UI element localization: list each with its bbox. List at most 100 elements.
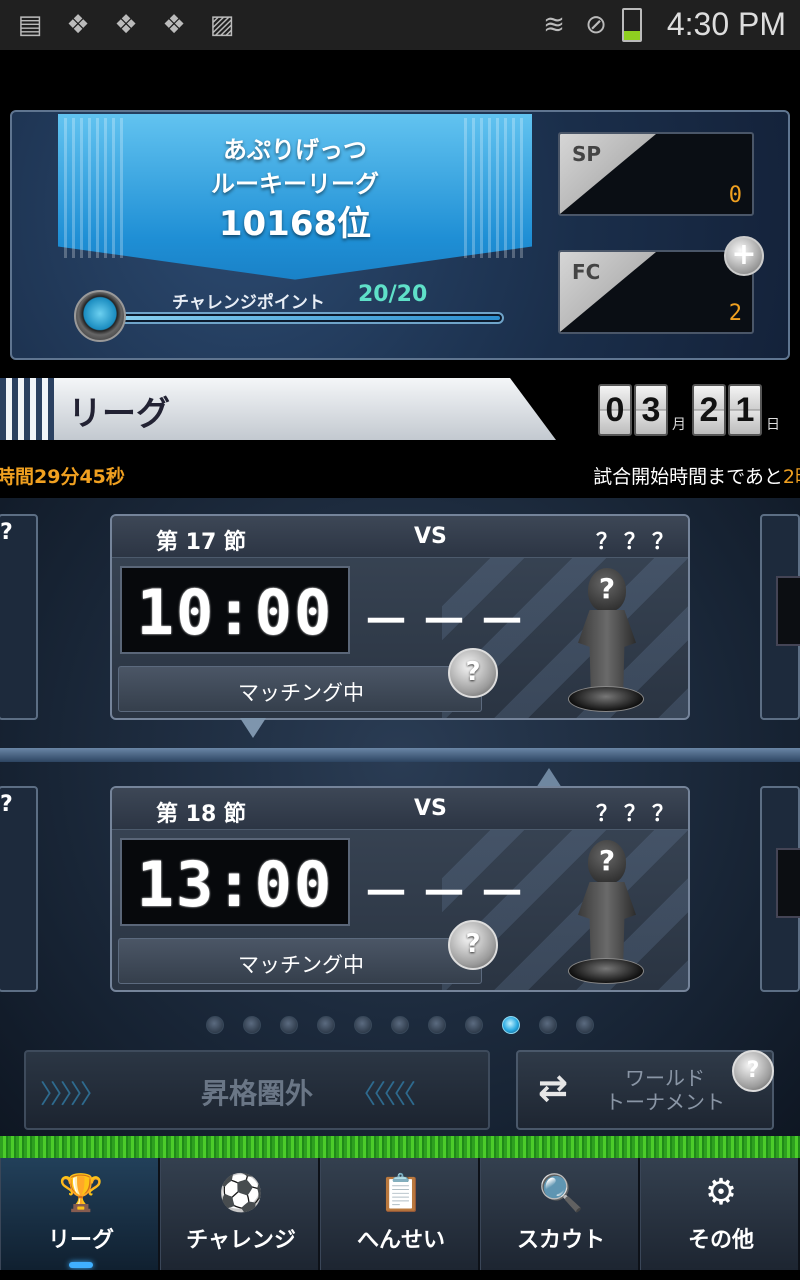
match-status: マッチング中 xyxy=(238,953,364,977)
add-fc-button[interactable]: + xyxy=(724,236,764,276)
sp-value: 0 xyxy=(728,183,742,208)
profile-panel: あぷりげっつ ルーキーリーグ 10168位 チャレンジポイント 20/20 SP… xyxy=(10,110,790,360)
matchday-label: 第 18 節 xyxy=(156,802,246,827)
page-dot[interactable] xyxy=(280,1016,298,1034)
soccer-ball-icon: ⚽ xyxy=(218,1173,264,1214)
challenge-point-label: チャレンジポイント xyxy=(172,293,325,313)
match-card-header: 第 18 節 VS ？？？ xyxy=(112,788,688,830)
countdown-remaining: 時間29分45秒 xyxy=(0,466,125,488)
vs-label: VS xyxy=(414,524,447,549)
opponent-name: ？？？ xyxy=(596,530,681,555)
previous-match-opponent: ? xyxy=(0,792,13,817)
match-status: マッチング中 xyxy=(238,681,364,705)
countdown-highlight: 2時 xyxy=(782,466,800,488)
previous-match-card[interactable]: ? xyxy=(0,514,38,720)
vs-label: VS xyxy=(414,796,447,821)
match-score: －－－ xyxy=(362,594,537,650)
match-status-bar: マッチング中 xyxy=(118,938,482,984)
dropbox-icon: ❖ xyxy=(114,10,138,40)
bottom-navigation: 🏆 リーグ ⚽ チャレンジ 📋 へんせい 🔍 スカウト ⚙ その他 xyxy=(0,1158,800,1270)
date-day-unit: 日 xyxy=(766,417,780,433)
swap-arrows-icon: ⇄ xyxy=(538,1068,569,1109)
match-status-bar: マッチング中 xyxy=(118,666,482,712)
matchday-label: 第 17 節 xyxy=(156,530,246,555)
title-bar-stripes xyxy=(0,378,54,440)
page-dot[interactable] xyxy=(576,1016,594,1034)
date-day-digit: 2 xyxy=(692,384,726,436)
page-dot[interactable] xyxy=(539,1016,557,1034)
gear-icon: ⚙ xyxy=(704,1172,738,1213)
page-dot[interactable] xyxy=(243,1016,261,1034)
opponent-figure-icon: ? xyxy=(566,840,646,990)
date-day-digit: 1 xyxy=(728,384,762,436)
challenge-point-gauge-fill xyxy=(96,316,500,320)
match-score: －－－ xyxy=(362,866,537,922)
active-tab-indicator xyxy=(69,1262,93,1268)
promotion-status-label: 昇格圏外 xyxy=(200,1077,313,1110)
gauge-knob-icon xyxy=(74,290,126,342)
match-card[interactable]: 第 17 節 VS ？？？ 10:00 －－－ マッチング中 ? ? xyxy=(110,514,690,720)
previous-match-opponent: ? xyxy=(0,520,13,545)
sp-display: SP 0 xyxy=(558,132,754,216)
help-button[interactable]: ? xyxy=(448,920,498,970)
nav-item-other[interactable]: ⚙ その他 xyxy=(640,1158,800,1270)
opponent-name: ？？？ xyxy=(596,802,681,827)
battery-icon xyxy=(622,8,642,42)
image-icon: ▨ xyxy=(209,10,235,40)
nav-item-formation[interactable]: 📋 へんせい xyxy=(320,1158,480,1270)
nav-label: チャレンジ xyxy=(186,1228,296,1253)
next-match-card[interactable] xyxy=(760,786,800,992)
kickoff-time: 13:00 xyxy=(136,848,334,921)
kickoff-time-display: 10:00 xyxy=(120,566,350,654)
clipboard-icon: 📋 xyxy=(378,1173,424,1214)
player-name: あぷりげっつ xyxy=(223,136,367,164)
match-card-header: 第 17 節 VS ？？？ xyxy=(112,516,688,558)
world-help-button[interactable]: ? xyxy=(732,1050,774,1092)
date-month-unit: 月 xyxy=(672,417,686,433)
page-dot[interactable] xyxy=(317,1016,335,1034)
nav-label: スカウト xyxy=(516,1228,605,1253)
sd-card-icon: ▤ xyxy=(17,10,43,40)
countdown-prefix: 試合開始時間まであと xyxy=(593,466,783,488)
section-title: リーグ xyxy=(68,394,170,434)
match-card[interactable]: 第 18 節 VS ？？？ 13:00 －－－ マッチング中 ? ? xyxy=(110,786,690,992)
opponent-figure-icon: ? xyxy=(566,568,646,718)
nav-label: その他 xyxy=(687,1228,754,1253)
page-dot-active[interactable] xyxy=(502,1016,520,1034)
match-divider xyxy=(0,748,800,762)
wifi-icon: ≋ xyxy=(543,10,565,40)
grass-strip xyxy=(0,1136,800,1158)
world-tournament-label: ワールド トーナメント xyxy=(605,1066,725,1114)
countdown-message: 試合開始時間まであと2時 xyxy=(593,462,800,489)
arrows-left-icon: 〈〈〈〈〈 xyxy=(350,1080,416,1110)
page-dot[interactable] xyxy=(428,1016,446,1034)
nav-item-scout[interactable]: 🔍 スカウト xyxy=(480,1158,640,1270)
league-rank: 10168位 xyxy=(218,204,372,244)
fc-label: FC xyxy=(572,260,601,284)
sp-label: SP xyxy=(572,142,602,166)
page-dot[interactable] xyxy=(465,1016,483,1034)
previous-match-card[interactable]: ? xyxy=(0,786,38,992)
nav-label: リーグ xyxy=(47,1228,114,1253)
date-month-digit: 0 xyxy=(598,384,632,436)
page-dot[interactable] xyxy=(391,1016,409,1034)
nav-item-league[interactable]: 🏆 リーグ xyxy=(0,1158,160,1270)
challenge-point-value: 20/20 xyxy=(358,282,428,307)
dropbox-icon: ❖ xyxy=(162,10,186,40)
fc-value: 2 xyxy=(728,301,742,326)
status-bar: ▤ ❖ ❖ ❖ ▨ ≋ ⊘ 4:30 PM xyxy=(0,0,800,50)
dropbox-icon: ❖ xyxy=(66,10,90,40)
challenge-point-gauge xyxy=(92,312,504,324)
next-match-card[interactable] xyxy=(760,514,800,720)
date-month-digit: 3 xyxy=(634,384,668,436)
page-dot[interactable] xyxy=(206,1016,224,1034)
screen-bottom-edge xyxy=(0,1270,800,1280)
nav-item-challenge[interactable]: ⚽ チャレンジ xyxy=(160,1158,320,1270)
kickoff-time: 10:00 xyxy=(136,576,334,649)
no-sync-icon: ⊘ xyxy=(585,10,607,40)
trophy-icon: 🏆 xyxy=(58,1173,104,1214)
league-name: ルーキーリーグ xyxy=(211,170,379,198)
page-dot[interactable] xyxy=(354,1016,372,1034)
scout-icon: 🔍 xyxy=(538,1173,584,1214)
help-button[interactable]: ? xyxy=(448,648,498,698)
